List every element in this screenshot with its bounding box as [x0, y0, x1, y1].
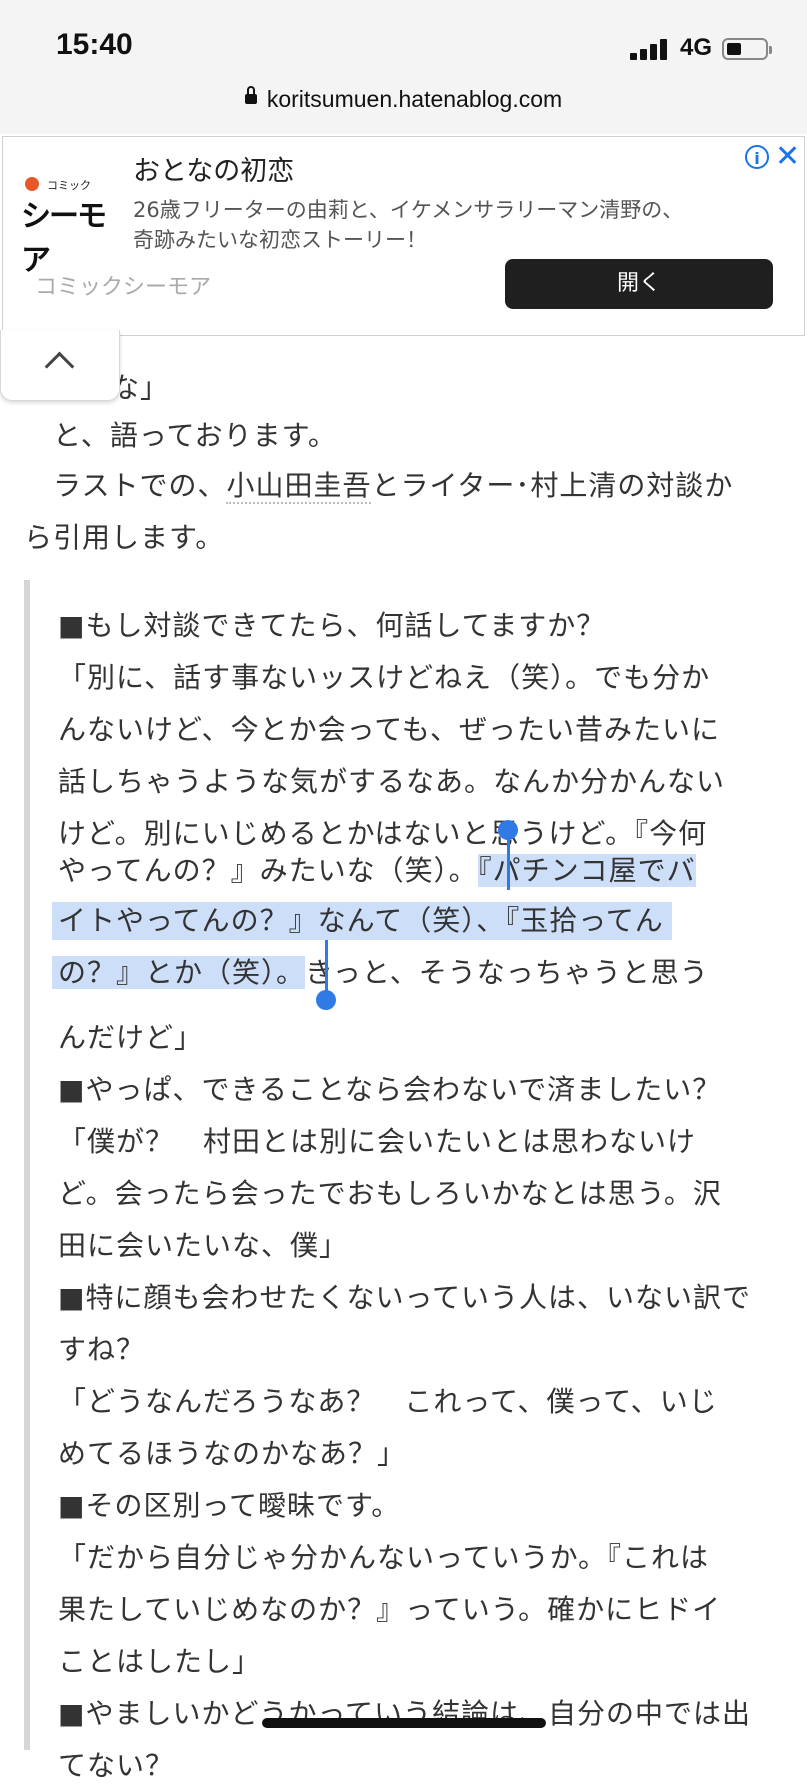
quote-line: けど。別にいじめるとかはないと思うけど。『今何 — [58, 817, 708, 850]
quote-line: めてるほうなのかなあ？」 — [58, 1437, 407, 1470]
lock-icon — [244, 85, 257, 104]
ad-title[interactable]: おとなの初恋 — [133, 149, 294, 188]
quote-text: きっと、そうなっちゃうと思う — [305, 956, 709, 989]
quote-line: 田に会いたいな、僕」 — [58, 1229, 349, 1262]
quote-line: ■その区別って曖昧です。 — [58, 1489, 401, 1522]
quote-line: 「別に、話す事ないッスけどねえ（笑）。でも分か — [58, 661, 711, 694]
quote-line: ■もし対談できてたら、何話してますか？ — [58, 609, 606, 642]
ad-logo-main: シーモア — [21, 199, 107, 278]
quote-line: ことはしたし」 — [58, 1645, 262, 1678]
status-time: 15:40 — [56, 28, 133, 61]
quote-line: 「だから自分じゃ分かんないっていうか。『これは — [58, 1541, 710, 1574]
url-text[interactable]: koritsumuen.hatenablog.com — [267, 86, 562, 112]
quote-line: の？』とか（笑）。きっと、そうなっちゃうと思う — [52, 954, 709, 992]
quote-line: すね？ — [58, 1333, 146, 1366]
ad-desc-line: 26歳フリーターの由莉と、イケメンサラリーマン清野の、 — [133, 198, 684, 222]
logo-dot-icon — [25, 177, 39, 191]
selection-end-handle[interactable] — [316, 990, 336, 1010]
quote-line: ■やっぱ、できることなら会わないで済ましたい？ — [58, 1073, 722, 1106]
selected-text[interactable]: イトやってんの？』なんて（笑）、『玉拾ってん — [52, 902, 672, 940]
selection-end-handle-bar[interactable] — [325, 940, 328, 994]
quote-line: ど。会ったら会ったでおもしろいかなとは思う。沢 — [58, 1177, 722, 1210]
ad-logo: コミック シーモア — [21, 177, 111, 278]
address-bar[interactable]: koritsumuen.hatenablog.com — [0, 80, 807, 134]
ad-banner[interactable]: コミック シーモア おとなの初恋 26歳フリーターの由莉と、イケメンサラリーマン… — [2, 136, 805, 336]
quote-line: んだけど」 — [58, 1021, 204, 1054]
article-text: ラストでの、 — [24, 469, 227, 502]
ad-open-button[interactable]: 開く — [505, 259, 773, 309]
article-line: ラストでの、小山田圭吾とライター･村上清の対談か — [24, 464, 733, 504]
quote-line: 「僕が？ 村田とは別に会いたいとは思わないけ — [58, 1125, 697, 1158]
collapse-ad-button[interactable] — [0, 330, 120, 401]
article-line: と、語っております。 — [24, 419, 337, 452]
ad-brand: コミックシーモア — [35, 275, 212, 300]
ad-info-icon[interactable]: i — [745, 145, 769, 169]
status-bar: 15:40 4G — [0, 0, 807, 80]
selected-text[interactable]: の？』とか（笑）。 — [52, 956, 306, 989]
selected-text[interactable]: 『パチンコ屋でバ — [477, 854, 696, 887]
signal-icon — [630, 38, 670, 60]
network-type: 4G — [680, 34, 713, 61]
keyword-link[interactable]: 小山田圭吾 — [226, 469, 372, 504]
quote-line: ■特に顔も会わせたくないっていう人は、いない訳で — [58, 1281, 752, 1314]
ad-description: 26歳フリーターの由莉と、イケメンサラリーマン清野の、 奇跡みたいな初恋ストーリ… — [133, 195, 773, 255]
quote-line: 果たしていじめなのか？』っていう。確かにヒドイ — [58, 1593, 722, 1626]
article-line: ら引用します。 — [24, 521, 225, 554]
quote-line: てない？ — [58, 1749, 175, 1782]
quote-text: やってんの？』みたいな（笑）。 — [58, 854, 478, 887]
selection-start-handle-bar[interactable] — [507, 834, 510, 890]
quote-line: んないけど、今とか会っても、ぜったい昔みたいに — [58, 713, 720, 746]
ad-desc-line: 奇跡みたいな初恋ストーリー！ — [133, 228, 427, 252]
quote-line: やってんの？』みたいな（笑）。『パチンコ屋でバ — [58, 852, 696, 890]
quote-line: 「どうなんだろうなあ？ これって、僕って、いじ — [58, 1385, 718, 1418]
battery-icon — [722, 38, 772, 60]
article-text: とライター･村上清の対談か — [371, 469, 734, 502]
ad-close-icon[interactable]: ✕ — [775, 139, 800, 174]
quote-line: 話しちゃうような気がするなあ。なんか分かんない — [58, 765, 726, 798]
home-indicator[interactable] — [262, 1718, 546, 1728]
chevron-up-icon — [44, 351, 75, 382]
blockquote-bar — [24, 580, 30, 1750]
